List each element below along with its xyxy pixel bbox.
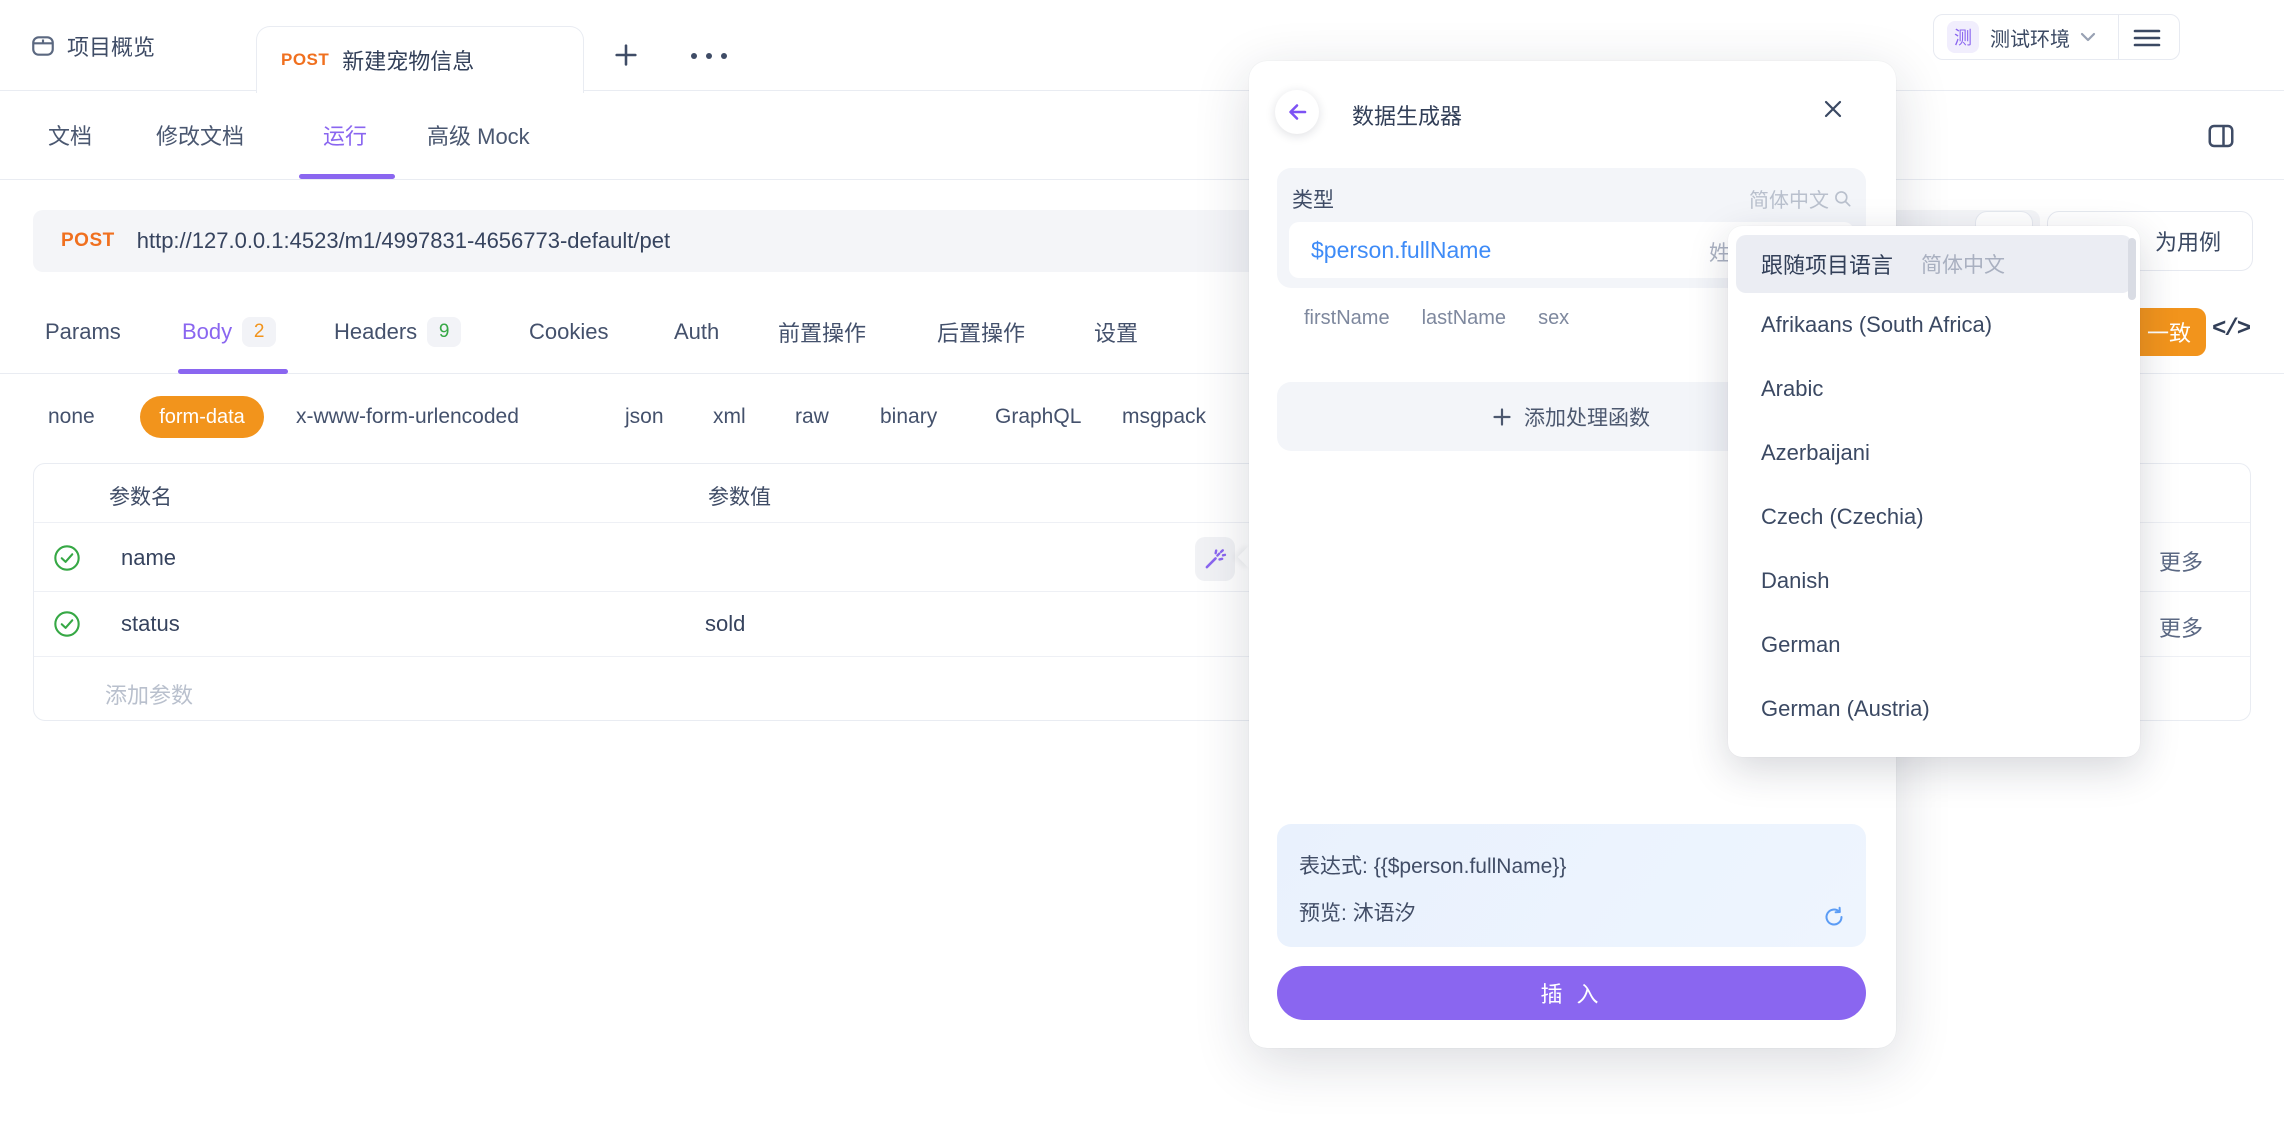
search-icon (1833, 189, 1853, 209)
split-panel-icon[interactable] (2206, 121, 2236, 151)
tab-request-title: 新建宠物信息 (342, 44, 474, 76)
type-label: 类型 (1292, 184, 1334, 214)
language-option[interactable]: Azerbaijani (1736, 421, 2132, 485)
body-type-graphql[interactable]: GraphQL (995, 394, 1081, 440)
language-option[interactable]: Czech (Czechia) (1736, 485, 2132, 549)
tab-project-overview[interactable]: 项目概览 (30, 26, 155, 66)
env-divider (2118, 15, 2119, 59)
body-type-xml[interactable]: xml (713, 394, 746, 440)
language-option[interactable]: German (1736, 613, 2132, 677)
plus-icon (1493, 408, 1511, 426)
chevron-down-icon (2080, 32, 2096, 42)
body-count-badge: 2 (242, 317, 276, 347)
tab-pre-actions[interactable]: 前置操作 (778, 290, 866, 373)
tab-post-actions[interactable]: 后置操作 (937, 290, 1025, 373)
language-dropdown: 跟随项目语言 简体中文 Afrikaans (South Africa) Ara… (1728, 226, 2140, 757)
param-enabled-check-icon[interactable] (53, 544, 81, 572)
preview-label: 预览: (1299, 902, 1347, 925)
arrow-left-icon (1285, 100, 1309, 124)
tab-settings[interactable]: 设置 (1094, 290, 1138, 373)
more-tabs-button[interactable] (686, 48, 732, 64)
expression-value: {{$person.fullName}} (1374, 855, 1567, 878)
preview-value: 沐语汐 (1353, 902, 1416, 925)
tab-auth[interactable]: Auth (674, 290, 719, 373)
body-type-raw[interactable]: raw (795, 394, 829, 440)
close-icon[interactable] (1821, 97, 1845, 121)
tab-headers[interactable]: Headers9 (334, 290, 461, 373)
param-enabled-check-icon[interactable] (53, 610, 81, 638)
type-input-value: $person.fullName (1311, 237, 1491, 264)
headers-count-badge: 9 (427, 317, 461, 347)
col-header-name: 参数名 (109, 481, 172, 511)
data-generator-wand-button[interactable] (1195, 537, 1235, 581)
param-name-cell[interactable]: name (121, 545, 176, 571)
add-param-placeholder[interactable]: 添加参数 (105, 678, 193, 710)
new-tab-button[interactable] (612, 41, 640, 69)
tab-run[interactable]: 运行 (323, 91, 367, 179)
code-view-icon[interactable]: </> (2212, 316, 2249, 343)
expression-line: 表达式: {{$person.fullName}} (1299, 850, 1566, 880)
body-type-json[interactable]: json (625, 394, 664, 440)
suggestion-tags: firstName lastName sex (1304, 307, 1569, 330)
language-option[interactable]: German (Austria) (1736, 677, 2132, 741)
language-option[interactable]: Afrikaans (South Africa) (1736, 293, 2132, 357)
language-option-follow-project[interactable]: 跟随项目语言 简体中文 (1736, 235, 2132, 293)
tab-params[interactable]: Params (45, 290, 121, 373)
tab-method-badge: POST (281, 50, 329, 70)
project-overview-label: 项目概览 (67, 30, 155, 62)
tab-edit-docs[interactable]: 修改文档 (156, 91, 244, 179)
back-button[interactable] (1275, 90, 1319, 134)
tab-body[interactable]: Body2 (182, 290, 276, 373)
expression-preview-panel: 表达式: {{$person.fullName}} 预览: 沐语汐 (1277, 824, 1866, 947)
environment-selector[interactable]: 测 测试环境 (1933, 14, 2180, 60)
insert-button[interactable]: 插 入 (1277, 966, 1866, 1020)
body-type-msgpack[interactable]: msgpack (1122, 394, 1206, 440)
language-option-secondary: 简体中文 (1921, 249, 2005, 279)
body-type-binary[interactable]: binary (880, 394, 937, 440)
suggestion-lastname[interactable]: lastName (1422, 307, 1506, 330)
environment-badge: 测 (1947, 21, 1979, 53)
doc-nav-bar: 文档 修改文档 运行 高级 Mock (0, 91, 2284, 180)
body-type-none[interactable]: none (48, 394, 95, 440)
param-name-cell[interactable]: status (121, 611, 180, 637)
language-option[interactable]: Arabic (1736, 357, 2132, 421)
row-more-link[interactable]: 更多 (2159, 611, 2229, 643)
url-text: http://127.0.0.1:4523/m1/4997831-4656773… (137, 228, 670, 254)
app-window: 项目概览 POST 新建宠物信息 测 测试环境 文档 修改文档 运行 高级 Mo… (0, 0, 2284, 1128)
body-type-urlencoded[interactable]: x-www-form-urlencoded (296, 394, 519, 440)
dropdown-scrollbar[interactable] (2128, 238, 2136, 300)
suggestion-sex[interactable]: sex (1538, 307, 1569, 330)
language-filter-button[interactable]: 简体中文 (1749, 184, 1853, 213)
tab-cookies[interactable]: Cookies (529, 290, 608, 373)
refresh-icon[interactable] (1822, 905, 1846, 929)
tab-advanced-mock[interactable]: 高级 Mock (427, 91, 530, 179)
project-overview-icon (30, 33, 56, 59)
environment-name: 测试环境 (1990, 23, 2070, 52)
magic-wand-icon (1202, 546, 1228, 572)
expression-label: 表达式: (1299, 855, 1368, 878)
hamburger-menu-icon[interactable] (2133, 28, 2161, 48)
row-more-link[interactable]: 更多 (2159, 545, 2229, 577)
suggestion-firstname[interactable]: firstName (1304, 307, 1390, 330)
add-function-label: 添加处理函数 (1524, 402, 1650, 432)
active-nav-underline (299, 174, 395, 179)
tab-docs[interactable]: 文档 (48, 91, 92, 179)
col-header-value: 参数值 (708, 481, 771, 511)
modal-title: 数据生成器 (1352, 99, 1462, 131)
param-value-cell[interactable]: sold (705, 611, 745, 637)
tab-request-active[interactable]: POST 新建宠物信息 (256, 26, 584, 93)
language-option[interactable]: Danish (1736, 549, 2132, 613)
url-method-label: POST (61, 230, 115, 252)
body-type-form-data[interactable]: form-data (140, 396, 264, 438)
top-tab-bar: 项目概览 POST 新建宠物信息 测 测试环境 (0, 0, 2284, 91)
type-input-hint: 姓 (1709, 237, 1729, 267)
preview-line: 预览: 沐语汐 (1299, 897, 1416, 927)
active-section-underline (178, 369, 288, 374)
